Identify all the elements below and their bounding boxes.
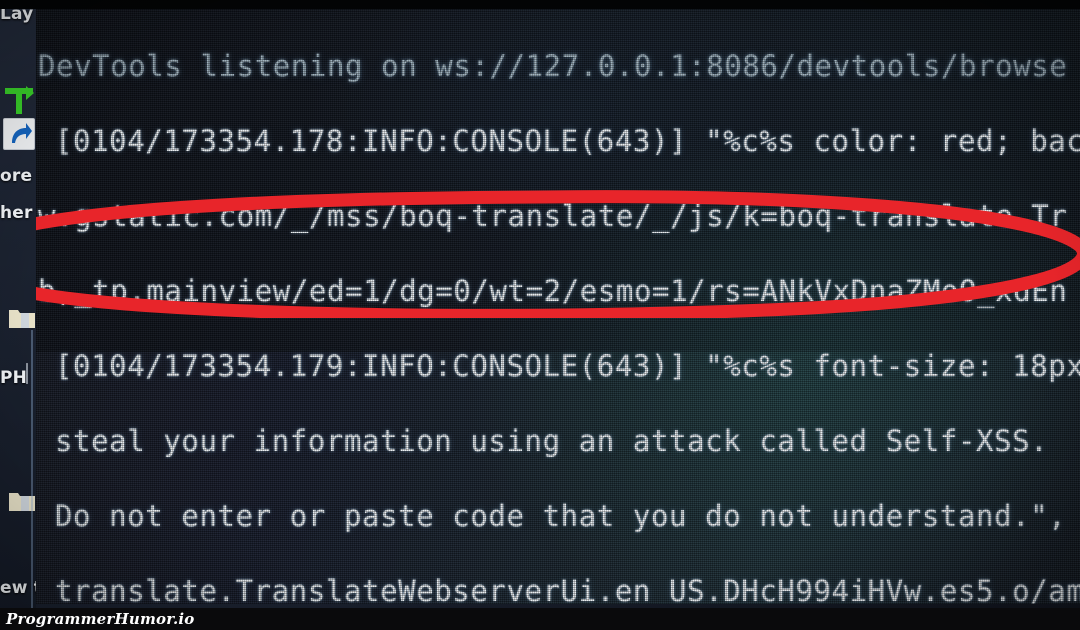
console-log-line: w.gstatic.com/_/mss/boq-translate/_/js/k… xyxy=(38,199,1068,233)
desktop-item-folder-top[interactable] xyxy=(0,305,36,329)
console-log-line: DevTools listening on ws://127.0.0.1:808… xyxy=(38,49,1068,83)
desktop-item-shortcut[interactable] xyxy=(0,118,36,150)
photographed-screen: DevTools listening on ws://127.0.0.1:808… xyxy=(0,0,1080,630)
desktop-item-label: her xyxy=(0,203,33,223)
console-window[interactable]: DevTools listening on ws://127.0.0.1:808… xyxy=(34,4,1080,604)
desktop-icon-strip: Lay ore her PH ew xyxy=(0,0,36,630)
green-arrow-icon xyxy=(5,86,34,114)
console-output: DevTools listening on ws://127.0.0.1:808… xyxy=(38,10,1080,604)
console-log-line: [0104/173354.179:INFO:CONSOLE(643)] "%c%… xyxy=(55,349,1080,383)
console-log-line: Do not enter or paste code that you do n… xyxy=(55,499,1067,533)
desktop-item-label: ore xyxy=(0,166,33,186)
folder-icon xyxy=(9,310,35,328)
desktop-item-her[interactable]: her xyxy=(0,203,36,223)
watermark-bar: ProgrammerHumor.io xyxy=(0,608,1080,630)
console-log-line: [0104/173354.178:INFO:CONSOLE(643)] "%c%… xyxy=(55,124,1080,158)
blue-arrow-glyph xyxy=(12,123,32,143)
watermark-text: ProgrammerHumor.io xyxy=(6,610,195,628)
console-log-line: b,_tp,mainview/ed=1/dg=0/wt=2/esmo=1/rs=… xyxy=(38,274,1068,308)
blue-shortcut-icon xyxy=(3,118,35,150)
photo-top-letterbox xyxy=(0,0,1080,9)
console-log-line: steal your information using an attack c… xyxy=(55,424,1049,458)
desktop-item-upload[interactable] xyxy=(0,84,36,118)
window-chip-icon xyxy=(26,363,28,384)
console-log-line: translate.TranslateWebserverUi.en_US.DHc… xyxy=(55,574,1080,604)
window-edge-seam xyxy=(31,330,33,630)
desktop-item-ore[interactable]: ore xyxy=(0,166,36,186)
